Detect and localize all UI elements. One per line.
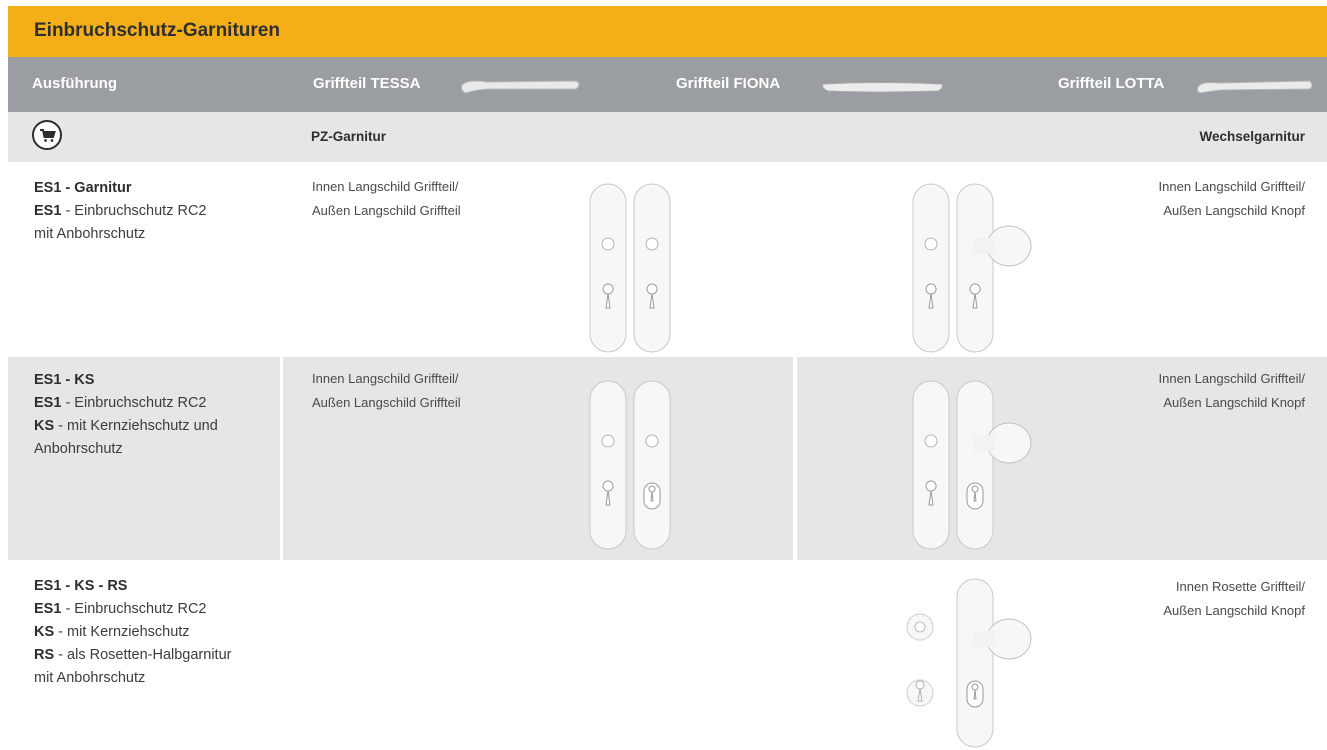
row-name: ES1 - KS bbox=[34, 372, 95, 388]
title-bar: Einbruchschutz-Garnituren bbox=[8, 6, 1327, 57]
table-subheader: PZ-Garnitur Wechselgarnitur bbox=[8, 112, 1327, 162]
header-ausfuehrung: Ausführung bbox=[32, 75, 117, 92]
row-name: ES1 - KS - RS bbox=[34, 578, 128, 594]
row-3-wechsel-cell: Innen Rosette Griffteil/ Außen Langschil… bbox=[797, 563, 1327, 749]
row-1-wechsel-cell: Innen Langschild Griffteil/ Außen Langsc… bbox=[797, 165, 1327, 354]
row-1-description: ES1 - Garnitur ES1 - Einbruchschutz RC2 … bbox=[8, 165, 280, 354]
pz-garnitur-ks-image bbox=[589, 380, 671, 550]
header-tessa: Griffteil TESSA bbox=[313, 75, 421, 92]
subheader-wechsel: Wechselgarnitur bbox=[1199, 129, 1305, 144]
lotta-handle-image bbox=[1196, 80, 1313, 94]
header-fiona: Griffteil FIONA bbox=[676, 75, 781, 92]
row-2-description: ES1 - KS ES1 - Einbruchschutz RC2 KS - m… bbox=[8, 357, 280, 560]
row-name: ES1 - Garnitur bbox=[34, 180, 132, 196]
wechsel-garnitur-ks-image bbox=[912, 380, 1032, 550]
row-3-description: ES1 - KS - RS ES1 - Einbruchschutz RC2 K… bbox=[8, 563, 280, 749]
fiona-handle-image bbox=[822, 82, 943, 93]
row-2-pz-cell: Innen Langschild Griffteil/ Außen Langsc… bbox=[283, 357, 793, 560]
wechsel-garnitur-image bbox=[912, 183, 1032, 353]
row-1-pz-cell: Innen Langschild Griffteil/ Außen Langsc… bbox=[283, 165, 793, 354]
row-3-pz-cell bbox=[283, 563, 793, 749]
row-2-wechsel-cell: Innen Langschild Griffteil/ Außen Langsc… bbox=[797, 357, 1327, 560]
tessa-handle-image bbox=[461, 80, 580, 94]
subheader-pz: PZ-Garnitur bbox=[311, 129, 387, 144]
shopping-cart-icon[interactable] bbox=[32, 120, 62, 150]
page-title: Einbruchschutz-Garnituren bbox=[34, 20, 280, 41]
header-lotta: Griffteil LOTTA bbox=[1058, 75, 1165, 92]
table-header: Ausführung Griffteil TESSA Griffteil FIO… bbox=[8, 57, 1327, 112]
rosetten-garnitur-image bbox=[906, 578, 1032, 748]
pz-garnitur-image bbox=[589, 183, 671, 353]
